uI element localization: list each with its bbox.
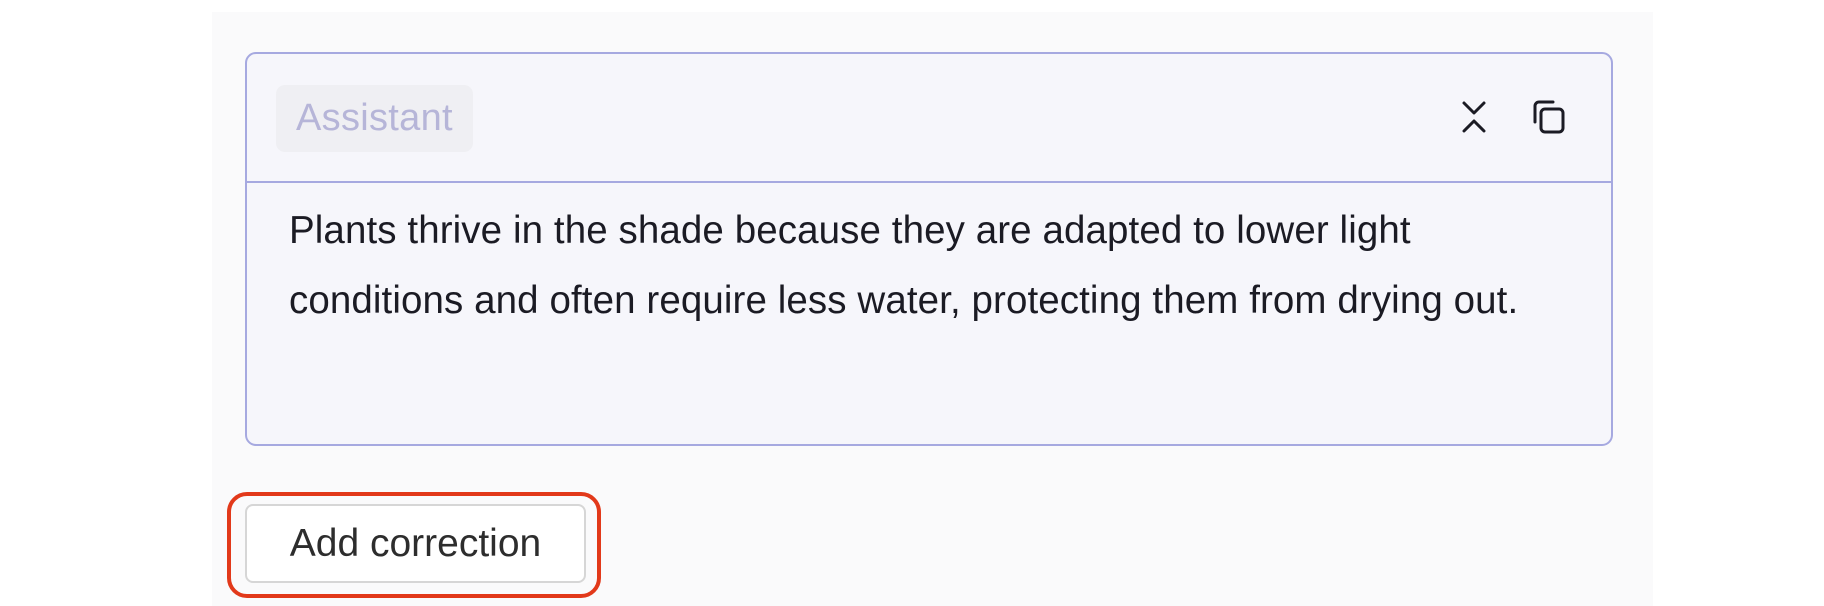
collapse-icon <box>1462 101 1486 133</box>
message-header: Assistant <box>247 54 1611 183</box>
copy-button[interactable] <box>1523 92 1573 142</box>
collapse-button[interactable] <box>1449 92 1499 142</box>
copy-icon <box>1533 100 1565 134</box>
assistant-message-card: Assistant Plants thrive in the shade bec… <box>245 52 1613 446</box>
role-badge: Assistant <box>276 85 473 152</box>
add-correction-button[interactable]: Add correction <box>245 504 586 583</box>
message-text: Plants thrive in the shade because they … <box>289 209 1519 322</box>
